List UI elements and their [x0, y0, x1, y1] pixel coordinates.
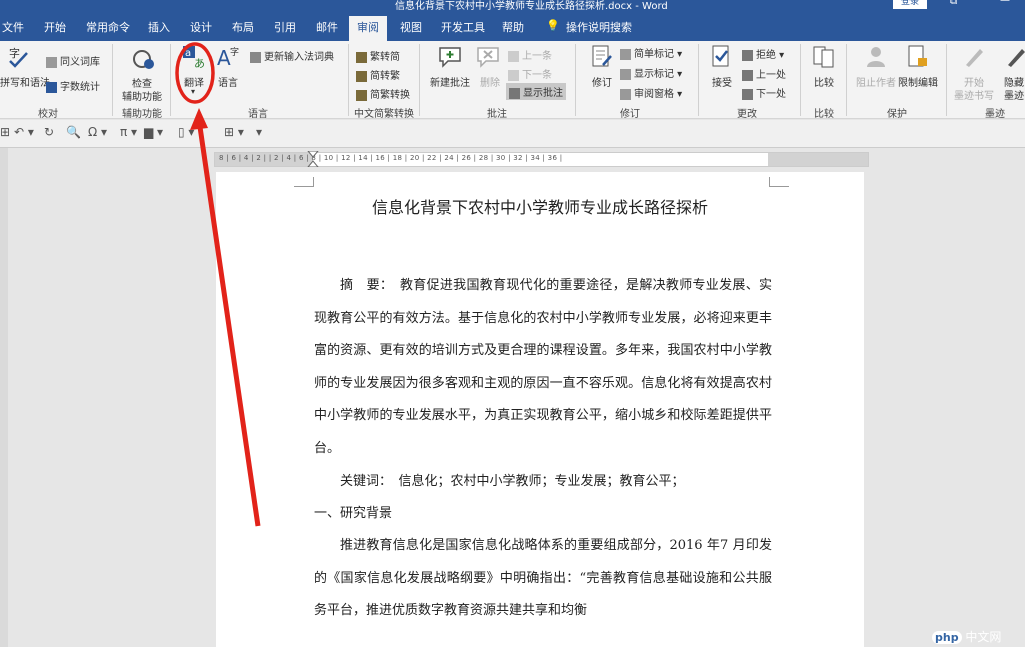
annotation-arrow	[196, 119, 261, 527]
php-logo: php	[932, 631, 962, 644]
watermark-text: 中文网	[965, 630, 1002, 644]
highlight-circle	[175, 42, 215, 104]
watermark: php 中文网	[932, 628, 1001, 645]
arrow-head-icon	[190, 108, 208, 130]
annotation-overlay	[175, 42, 261, 527]
